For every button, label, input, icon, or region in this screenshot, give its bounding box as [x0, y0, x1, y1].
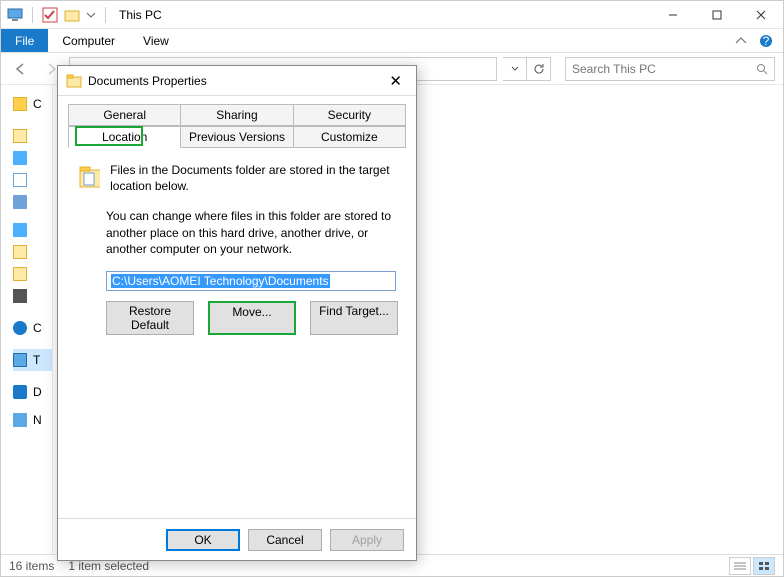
tab-sharing[interactable]: Sharing: [181, 104, 293, 126]
nav-item[interactable]: [13, 263, 52, 285]
search-icon: [756, 63, 768, 75]
cancel-button[interactable]: Cancel: [248, 529, 322, 551]
nav-item[interactable]: [13, 125, 52, 147]
apply-button[interactable]: Apply: [330, 529, 404, 551]
ribbon: File Computer View ?: [1, 29, 783, 53]
dialog-titlebar: Documents Properties ✕: [58, 66, 416, 96]
nav-this-pc[interactable]: T: [13, 349, 52, 371]
svg-text:?: ?: [763, 34, 770, 48]
explorer-window: This PC File Computer View ? C: [0, 0, 784, 577]
qat-dropdown-icon[interactable]: [86, 10, 96, 20]
tab-location[interactable]: Location: [68, 126, 181, 148]
tab-security[interactable]: Security: [294, 104, 406, 126]
properties-dialog: Documents Properties ✕ General Sharing S…: [57, 65, 417, 561]
dialog-tabs: General Sharing Security Location Previo…: [58, 96, 416, 148]
nav-item[interactable]: [13, 241, 52, 263]
tab-general[interactable]: General: [68, 104, 181, 126]
ribbon-view-tab[interactable]: View: [129, 30, 183, 52]
path-input[interactable]: C:\Users\AOMEI Technology\Documents: [106, 271, 396, 291]
dialog-description: You can change where files in this folde…: [106, 208, 396, 257]
ribbon-caret-icon[interactable]: [735, 35, 747, 47]
status-count: 16 items: [9, 559, 54, 573]
restore-default-button[interactable]: Restore Default: [106, 301, 194, 335]
ok-button[interactable]: OK: [166, 529, 240, 551]
dialog-close-button[interactable]: ✕: [383, 70, 408, 92]
search-input[interactable]: [572, 62, 756, 76]
nav-quick-access[interactable]: C: [13, 93, 52, 115]
help-icon[interactable]: ?: [759, 34, 773, 48]
close-button[interactable]: [739, 1, 783, 29]
nav-item[interactable]: [13, 191, 52, 213]
titlebar: This PC: [1, 1, 783, 29]
details-view-button[interactable]: [729, 557, 751, 575]
nav-item[interactable]: [13, 147, 52, 169]
tab-customize[interactable]: Customize: [294, 126, 406, 148]
folder-icon: [66, 73, 82, 89]
dialog-footer: OK Cancel Apply: [58, 518, 416, 560]
nav-item[interactable]: [13, 285, 52, 307]
dialog-title: Documents Properties: [88, 74, 207, 88]
folder-large-icon: [78, 162, 100, 190]
ribbon-file-tab[interactable]: File: [1, 29, 48, 52]
search-box[interactable]: [565, 57, 775, 81]
folder-qat-icon[interactable]: [64, 7, 80, 23]
ribbon-computer-tab[interactable]: Computer: [48, 30, 129, 52]
window-title: This PC: [119, 8, 162, 22]
find-target-button[interactable]: Find Target...: [310, 301, 398, 335]
move-button[interactable]: Move...: [208, 301, 296, 335]
pc-icon: [7, 7, 23, 23]
check-icon[interactable]: [42, 7, 58, 23]
navigation-pane: C C T D N: [1, 85, 53, 554]
nav-item[interactable]: D: [13, 381, 52, 403]
tab-previous-versions[interactable]: Previous Versions: [181, 126, 293, 148]
address-dropdown[interactable]: [503, 57, 527, 81]
tiles-view-button[interactable]: [753, 557, 775, 575]
dialog-body: Files in the Documents folder are stored…: [58, 148, 416, 518]
refresh-button[interactable]: [527, 57, 551, 81]
nav-item[interactable]: [13, 169, 52, 191]
nav-item[interactable]: [13, 219, 52, 241]
nav-network[interactable]: N: [13, 409, 52, 431]
maximize-button[interactable]: [695, 1, 739, 29]
nav-onedrive[interactable]: C: [13, 317, 52, 339]
back-button[interactable]: [9, 57, 33, 81]
dialog-info-text: Files in the Documents folder are stored…: [110, 162, 396, 194]
minimize-button[interactable]: [651, 1, 695, 29]
